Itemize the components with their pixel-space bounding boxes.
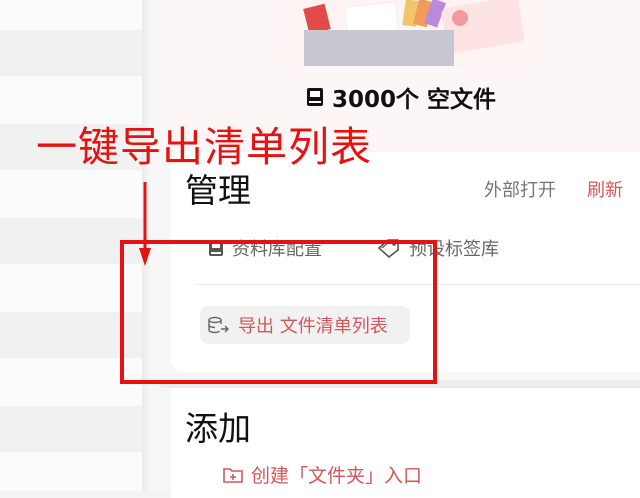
create-folder-entry-button[interactable]: 创建「文件夹」入口	[223, 461, 422, 488]
create-folder-entry-label: 创建「文件夹」入口	[251, 465, 423, 487]
annotation-text: 一键导出清单列表	[36, 123, 372, 171]
annotation-highlight-box	[120, 240, 437, 384]
refresh-link[interactable]: 刷新	[587, 176, 623, 202]
illustration-dot	[452, 10, 468, 26]
empty-files-illustration	[276, 0, 546, 66]
sidebar-item[interactable]	[0, 30, 142, 76]
add-title: 添加	[185, 409, 251, 448]
external-open-link[interactable]: 外部打开	[484, 176, 556, 202]
book-icon	[306, 87, 324, 107]
folder-plus-icon	[223, 466, 243, 484]
illustration-box	[304, 30, 454, 66]
file-count-line: 3000个 空文件	[306, 80, 496, 114]
sidebar-item[interactable]	[0, 406, 142, 452]
file-count-text: 3000个 空文件	[332, 87, 497, 113]
